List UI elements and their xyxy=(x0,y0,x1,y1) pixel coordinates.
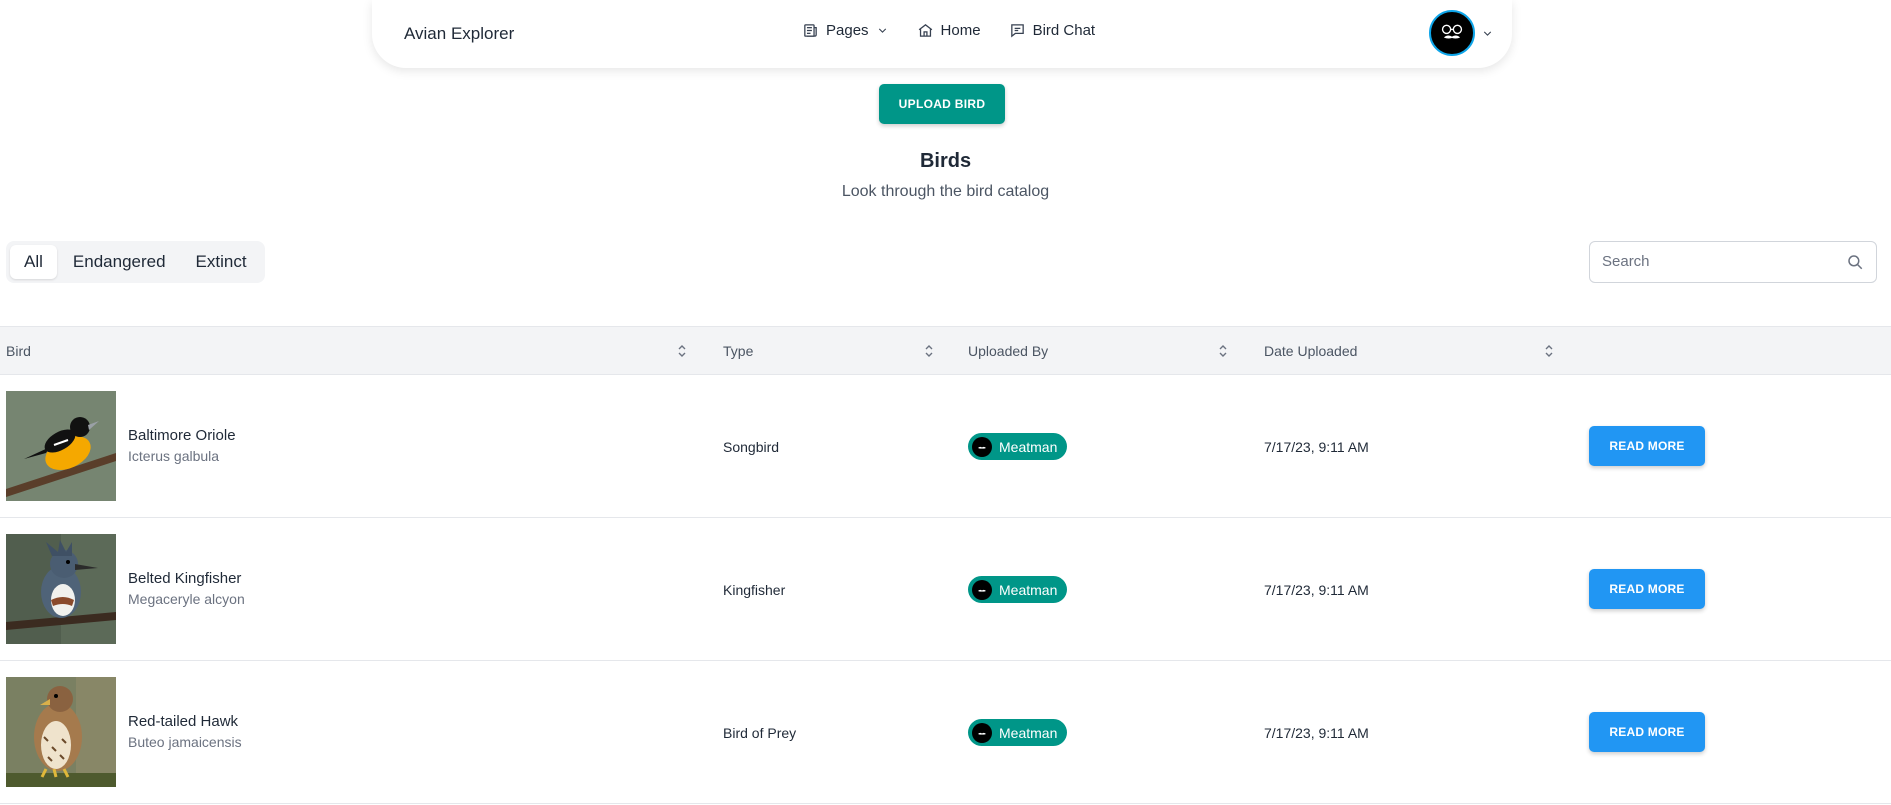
birds-table: Bird Type Uploaded By Date Uploaded Balt… xyxy=(0,326,1891,804)
uploader-chip[interactable]: Meatman xyxy=(968,719,1068,746)
nav-links: Pages Home Bird Chat xyxy=(802,22,1095,39)
nav-bird-chat-label: Bird Chat xyxy=(1032,22,1096,39)
brand-title[interactable]: Avian Explorer xyxy=(404,24,514,44)
uploader-name: Meatman xyxy=(999,724,1058,741)
uploader-avatar-icon xyxy=(972,436,992,457)
bird-type: Bird of Prey xyxy=(723,725,797,741)
page-title: Birds xyxy=(919,150,972,172)
sort-icon[interactable] xyxy=(677,344,687,358)
table-row: Belted Kingfisher Megaceryle alcyon King… xyxy=(0,518,1891,661)
nav-pages-label: Pages xyxy=(826,22,869,39)
uploader-avatar-icon xyxy=(972,722,992,743)
bird-name: Red-tailed Hawk xyxy=(128,713,239,730)
bird-name: Belted Kingfisher xyxy=(128,570,242,587)
newspaper-icon xyxy=(804,24,817,37)
tab-endangered[interactable]: Endangered xyxy=(59,245,180,279)
bird-thumbnail xyxy=(6,391,116,501)
home-icon xyxy=(918,24,932,37)
bird-type: Songbird xyxy=(723,439,780,455)
table-header: Bird Type Uploaded By Date Uploaded xyxy=(0,326,1891,375)
tab-extinct[interactable]: Extinct xyxy=(182,245,261,279)
search-box xyxy=(1589,241,1877,283)
uploader-name: Meatman xyxy=(999,438,1058,455)
top-navbar: Avian Explorer Pages Home Bird Chat xyxy=(372,0,1512,68)
chevron-down-icon[interactable] xyxy=(1481,27,1494,40)
date-uploaded: 7/17/23, 9:11 AM xyxy=(1264,582,1369,598)
sort-icon[interactable] xyxy=(1544,344,1554,358)
search-input[interactable] xyxy=(1602,253,1832,270)
bird-thumbnail xyxy=(6,677,116,787)
bird-scientific-name: Buteo jamaicensis xyxy=(128,734,242,750)
nav-home[interactable]: Home xyxy=(917,22,981,39)
sort-icon[interactable] xyxy=(924,344,934,358)
read-more-button[interactable]: READ MORE xyxy=(1589,426,1705,466)
column-header-uploaded-by[interactable]: Uploaded By xyxy=(968,343,1048,359)
search-icon[interactable] xyxy=(1846,253,1864,271)
bird-thumbnail xyxy=(6,534,116,644)
uploader-chip[interactable]: Meatman xyxy=(968,576,1068,603)
date-uploaded: 7/17/23, 9:11 AM xyxy=(1264,725,1369,741)
column-header-date-uploaded[interactable]: Date Uploaded xyxy=(1264,343,1357,359)
tab-all[interactable]: All xyxy=(10,245,57,279)
nav-pages[interactable]: Pages xyxy=(802,22,889,39)
column-header-bird[interactable]: Bird xyxy=(6,343,31,359)
date-uploaded: 7/17/23, 9:11 AM xyxy=(1264,439,1369,455)
user-avatar-icon[interactable] xyxy=(1429,10,1475,56)
bird-scientific-name: Icterus galbula xyxy=(128,448,220,464)
uploader-name: Meatman xyxy=(999,581,1058,598)
read-more-button[interactable]: READ MORE xyxy=(1589,569,1705,609)
uploader-chip[interactable]: Meatman xyxy=(968,433,1068,460)
uploader-avatar-icon xyxy=(972,579,992,600)
page-subtitle: Look through the bird catalog xyxy=(841,183,1050,200)
upload-bird-button[interactable]: UPLOAD BIRD xyxy=(879,84,1005,124)
bird-name: Baltimore Oriole xyxy=(128,427,236,444)
user-menu[interactable] xyxy=(1429,10,1494,56)
read-more-button[interactable]: READ MORE xyxy=(1589,712,1705,752)
bird-scientific-name: Megaceryle alcyon xyxy=(128,591,245,607)
column-header-type[interactable]: Type xyxy=(723,343,753,359)
nav-bird-chat[interactable]: Bird Chat xyxy=(1009,22,1096,39)
table-row: Baltimore Oriole Icterus galbula Songbir… xyxy=(0,375,1891,518)
table-row: Red-tailed Hawk Buteo jamaicensis Bird o… xyxy=(0,661,1891,804)
chat-icon xyxy=(1010,24,1024,38)
nav-home-label: Home xyxy=(940,22,981,39)
bird-type: Kingfisher xyxy=(723,582,786,598)
chevron-down-icon xyxy=(878,28,886,33)
sort-icon[interactable] xyxy=(1218,344,1228,358)
filter-tabs: All Endangered Extinct xyxy=(6,241,265,283)
